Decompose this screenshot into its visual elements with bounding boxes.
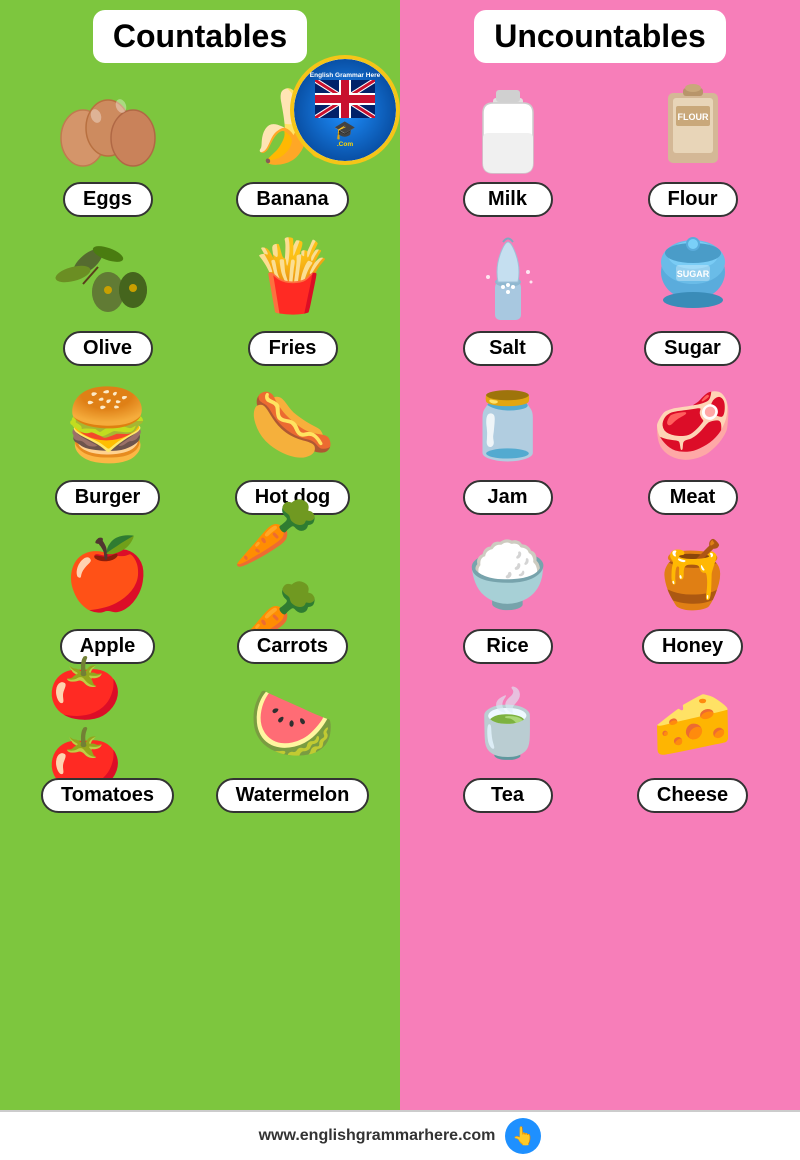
countables-grid: Eggs 🍌 Banana	[10, 78, 390, 813]
uncountables-grid: Milk FLOUR	[410, 78, 790, 813]
svg-text:FLOUR: FLOUR	[677, 112, 708, 122]
milk-icon	[448, 78, 568, 178]
jam-label: Jam	[463, 480, 553, 515]
cheese-label: Cheese	[637, 778, 748, 813]
tomatoes-icon: 🍅🍅	[48, 674, 168, 774]
footer-url: www.englishgrammarhere.com	[259, 1127, 496, 1145]
fries-icon: 🍟	[233, 227, 353, 327]
tea-icon: 🍵	[448, 674, 568, 774]
meat-label: Meat	[648, 480, 738, 515]
logo-circle: English Grammar Here	[290, 55, 400, 165]
left-panel: Countables	[0, 0, 400, 1110]
burger-icon: 🍔	[48, 376, 168, 476]
logo-inner: English Grammar Here	[294, 59, 396, 161]
list-item: Salt	[420, 227, 595, 366]
banana-label: Banana	[236, 182, 348, 217]
main-container: Countables	[0, 0, 800, 1160]
list-item: 🧀 Cheese	[605, 674, 780, 813]
carrots-label: Carrots	[237, 629, 348, 664]
burger-label: Burger	[55, 480, 161, 515]
sugar-icon: SUGAR	[633, 227, 753, 327]
list-item: 🍵 Tea	[420, 674, 595, 813]
honey-icon: 🍯	[633, 525, 753, 625]
logo-arc-bottom: .Com	[337, 141, 353, 149]
salt-label: Salt	[463, 331, 553, 366]
list-item: SUGAR Sugar	[605, 227, 780, 366]
logo-arc-top: English Grammar Here	[310, 72, 380, 80]
list-item: 🍔 Burger	[20, 376, 195, 515]
eggs-icon	[48, 78, 168, 178]
milk-label: Milk	[463, 182, 553, 217]
list-item: 🍅🍅 Tomatoes	[20, 674, 195, 813]
hand-pointer-icon: 👆	[505, 1118, 541, 1154]
honey-label: Honey	[642, 629, 743, 664]
fries-label: Fries	[248, 331, 338, 366]
olive-label: Olive	[63, 331, 153, 366]
list-item: 🍟 Fries	[205, 227, 380, 366]
list-item: Milk	[420, 78, 595, 217]
countables-title: Countables	[93, 10, 307, 63]
jam-icon: 🫙	[448, 376, 568, 476]
tomatoes-label: Tomatoes	[41, 778, 174, 813]
list-item: Eggs	[20, 78, 195, 217]
tea-label: Tea	[463, 778, 553, 813]
rice-icon: 🍚	[448, 525, 568, 625]
rice-label: Rice	[463, 629, 553, 664]
meat-icon: 🥩	[633, 376, 753, 476]
sugar-label: Sugar	[644, 331, 741, 366]
right-panel: English Grammar Here	[400, 0, 800, 1110]
footer: www.englishgrammarhere.com 👆	[0, 1110, 800, 1160]
list-item: Olive	[20, 227, 195, 366]
content-area: Countables	[0, 0, 800, 1110]
list-item: FLOUR Flour	[605, 78, 780, 217]
list-item: 🍎 Apple	[20, 525, 195, 664]
salt-icon	[448, 227, 568, 327]
flour-label: Flour	[648, 182, 738, 217]
svg-text:SUGAR: SUGAR	[676, 269, 709, 279]
apple-icon: 🍎	[48, 525, 168, 625]
uncountables-title: Uncountables	[474, 10, 726, 63]
list-item: 🥩 Meat	[605, 376, 780, 515]
eggs-label: Eggs	[63, 182, 153, 217]
list-item: 🍚 Rice	[420, 525, 595, 664]
watermelon-icon: 🍉	[233, 674, 353, 774]
list-item: 🥕🥕 Carrots	[205, 525, 380, 664]
hotdog-icon: 🌭	[233, 376, 353, 476]
list-item: 🍯 Honey	[605, 525, 780, 664]
olive-icon	[48, 227, 168, 327]
carrots-icon: 🥕🥕	[233, 525, 353, 625]
flour-icon: FLOUR	[633, 78, 753, 178]
cheese-icon: 🧀	[633, 674, 753, 774]
watermelon-label: Watermelon	[216, 778, 370, 813]
list-item: 🍉 Watermelon	[205, 674, 380, 813]
list-item: 🫙 Jam	[420, 376, 595, 515]
logo-badge: English Grammar Here	[290, 55, 400, 165]
